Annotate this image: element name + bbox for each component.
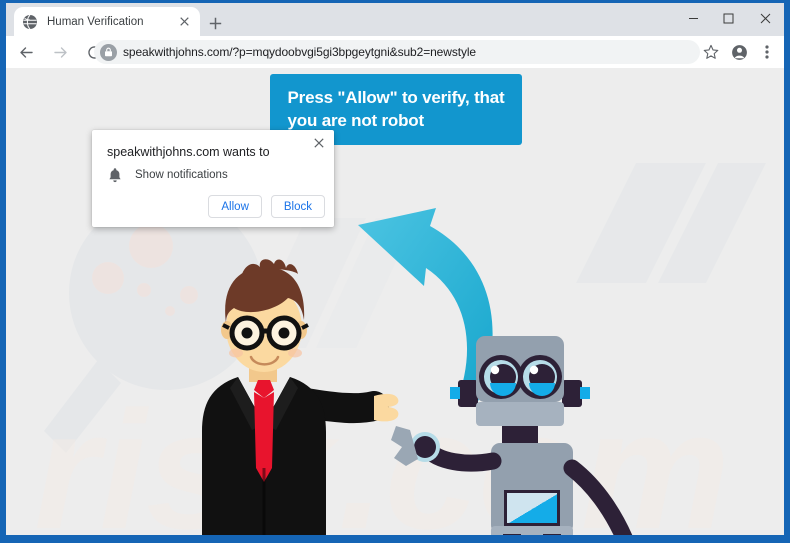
back-arrow-icon <box>18 44 35 61</box>
bookmark-star-icon[interactable] <box>698 39 724 65</box>
block-button[interactable]: Block <box>271 195 325 218</box>
window-close-button[interactable] <box>746 3 784 33</box>
browser-toolbar: speakwithjohns.com/?p=mqydoobvgi5gi3bpge… <box>6 36 784 68</box>
page-viewport: risk .com <box>6 68 784 535</box>
banner-text: Press "Allow" to verify, that you are no… <box>288 87 505 133</box>
dialog-actions: Allow Block <box>208 195 325 218</box>
address-bar-url: speakwithjohns.com/?p=mqydoobvgi5gi3bpge… <box>123 45 476 59</box>
forward-arrow-icon <box>52 44 69 61</box>
profile-avatar-icon[interactable] <box>726 39 752 65</box>
close-icon <box>760 13 771 24</box>
tab-close-icon[interactable] <box>176 14 192 30</box>
browser-window: Human Verification <box>0 0 790 543</box>
tab-title: Human Verification <box>47 16 176 28</box>
browser-window-inner: Human Verification <box>6 3 784 535</box>
address-bar[interactable]: speakwithjohns.com/?p=mqydoobvgi5gi3bpge… <box>94 40 700 64</box>
dialog-permission-row: Show notifications <box>108 167 228 183</box>
forward-button[interactable] <box>46 38 74 66</box>
new-tab-button[interactable] <box>204 12 226 34</box>
window-minimize-button[interactable] <box>676 3 711 33</box>
window-controls <box>676 3 784 33</box>
plus-icon <box>209 17 222 30</box>
notification-permission-dialog: speakwithjohns.com wants to Show notific… <box>92 130 334 227</box>
toolbar-right-icons <box>696 39 780 65</box>
window-maximize-button[interactable] <box>711 3 746 33</box>
banner-line-2: you are not robot <box>288 111 424 130</box>
back-button[interactable] <box>12 38 40 66</box>
dialog-close-icon[interactable] <box>310 134 328 152</box>
allow-button[interactable]: Allow <box>208 195 261 218</box>
three-dot-menu-icon[interactable] <box>754 39 780 65</box>
lock-icon <box>100 44 117 61</box>
dialog-title: speakwithjohns.com wants to <box>107 145 270 159</box>
minimize-icon <box>688 13 699 24</box>
tab-strip: Human Verification <box>6 3 784 36</box>
bell-icon <box>108 167 122 183</box>
banner-line-1: Press "Allow" to verify, that <box>288 88 505 107</box>
globe-icon <box>22 14 38 30</box>
maximize-icon <box>723 13 734 24</box>
tab-human-verification[interactable]: Human Verification <box>14 7 200 36</box>
dialog-permission-label: Show notifications <box>135 169 228 181</box>
